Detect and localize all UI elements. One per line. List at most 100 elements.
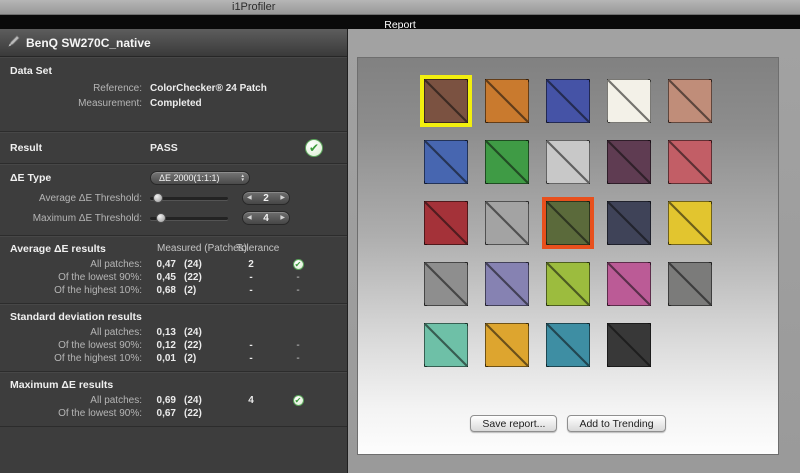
max-threshold-label: Maximum ΔE Threshold: [0,213,150,224]
patch-count: (2) [184,285,218,296]
color-patch-8[interactable] [546,140,590,184]
app-title: i1Profiler [232,1,275,13]
avg-threshold-slider-thumb[interactable] [153,193,163,203]
avg-threshold-slider[interactable] [150,197,228,200]
tolerance-value: - [226,285,276,296]
std-deviation-title: Standard deviation results [10,311,142,323]
reference-label: Reference: [0,83,150,94]
de-type-select[interactable]: ΔE 2000(1:1:1) ▲ ▼ [150,171,250,185]
profile-name: BenQ SW270C_native [26,36,151,50]
reference-row: Reference: ColorChecker® 24 Patch [0,81,347,96]
tolerance-value: - [226,272,276,283]
color-patch-4[interactable] [607,79,651,123]
color-patch-7[interactable] [485,140,529,184]
measured-value: 0,67 [150,408,176,419]
color-patch-10[interactable] [668,140,712,184]
measured-value: 0,69 [150,395,176,406]
row-status: - [276,353,320,364]
color-patch-19[interactable] [607,262,651,306]
result-row: Of the lowest 90%:0,67(22) [0,407,347,420]
row-pass-check-icon: ✔ [293,395,304,406]
patch-grid [358,79,778,367]
measured-value: 0,01 [150,353,176,364]
color-patch-24[interactable] [607,323,651,367]
color-patch-14[interactable] [607,201,651,245]
patch-report-panel: Save report... Add to Trending [357,57,779,455]
result-pass-icon: ✔ [305,139,323,157]
color-patch-21[interactable] [424,323,468,367]
measured-value: 0,47 [150,259,176,270]
maximum-de-results-section: Maximum ΔE results All patches:0,69 (24) 4… [0,372,347,427]
result-row: All patches:0,69 (24) 4 ✔ [0,394,347,407]
color-patch-3[interactable] [546,79,590,123]
average-de-results-section: Average ΔE results Measured (Patches) To… [0,236,347,304]
stepper-decrement-icon[interactable]: ◀ [247,211,252,225]
color-patch-17[interactable] [485,262,529,306]
avg-threshold-value: 2 [263,193,269,204]
avg-threshold-stepper[interactable]: ◀ 2 ▶ [242,191,290,205]
color-patch-12[interactable] [485,201,529,245]
patch-count: (24) [184,327,218,338]
color-patch-6[interactable] [424,140,468,184]
color-patch-18[interactable] [546,262,590,306]
result-row: Of the highest 10%:0,01(2)-- [0,352,347,365]
popup-arrows-icon: ▲ ▼ [241,174,245,183]
settings-panel: BenQ SW270C_native Data Set Reference: C… [0,29,348,473]
no-status-dash: - [296,353,299,364]
measurement-value: Completed [150,98,202,109]
average-results-title: Average ΔE results [10,243,106,255]
patch-count: (22) [184,340,218,351]
de-type-selected-value: ΔE 2000(1:1:1) [159,173,220,183]
data-set-title: Data Set [0,65,347,81]
add-to-trending-button[interactable]: Add to Trending [567,415,665,432]
measured-value: 0,68 [150,285,176,296]
tolerance-value: 4 [226,395,276,406]
measured-value: 0,13 [150,327,176,338]
window-titlebar: i1Profiler [0,0,800,15]
row-status: ✔ [276,259,320,270]
measurement-label: Measurement: [0,98,150,109]
patch-count: (24) [184,259,218,270]
reference-value: ColorChecker® 24 Patch [150,83,267,94]
color-patch-5[interactable] [668,79,712,123]
row-status: - [276,340,320,351]
result-row-label: All patches: [0,327,150,338]
row-status: - [276,272,320,283]
color-patch-23[interactable] [546,323,590,367]
no-status-dash: - [296,340,299,351]
color-patch-11[interactable] [424,201,468,245]
no-status-dash: - [296,285,299,296]
save-report-button[interactable]: Save report... [470,415,557,432]
maximum-results-title: Maximum ΔE results [10,379,113,391]
result-row-label: Of the highest 10%: [0,285,150,296]
de-type-section: ΔE Type ΔE 2000(1:1:1) ▲ ▼ Average ΔE Th… [0,164,347,236]
color-patch-13[interactable] [546,201,590,245]
row-status: - [276,285,320,296]
max-threshold-slider-thumb[interactable] [156,213,166,223]
color-patch-1[interactable] [424,79,468,123]
patch-count: (24) [184,395,218,406]
view-tab-bar: Report [0,15,800,29]
stepper-decrement-icon[interactable]: ◀ [247,191,252,205]
stepper-increment-icon[interactable]: ▶ [280,191,285,205]
result-row: Of the lowest 90%:0,12(22)-- [0,339,347,352]
result-row-label: Of the lowest 90%: [0,340,150,351]
color-patch-15[interactable] [668,201,712,245]
profile-edit-icon [8,35,20,50]
de-type-label: ΔE Type [0,172,150,184]
stepper-increment-icon[interactable]: ▶ [280,211,285,225]
result-section: Result PASS ✔ [0,132,347,164]
color-patch-20[interactable] [668,262,712,306]
color-patch-22[interactable] [485,323,529,367]
measured-value: 0,12 [150,340,176,351]
max-threshold-stepper[interactable]: ◀ 4 ▶ [242,211,290,225]
patch-count: (2) [184,353,218,364]
measurement-row: Measurement: Completed [0,96,347,111]
result-value: PASS [150,142,178,154]
max-threshold-slider[interactable] [150,217,228,220]
tolerance-value: 2 [226,259,276,270]
result-row-label: All patches: [0,395,150,406]
color-patch-2[interactable] [485,79,529,123]
color-patch-9[interactable] [607,140,651,184]
color-patch-16[interactable] [424,262,468,306]
